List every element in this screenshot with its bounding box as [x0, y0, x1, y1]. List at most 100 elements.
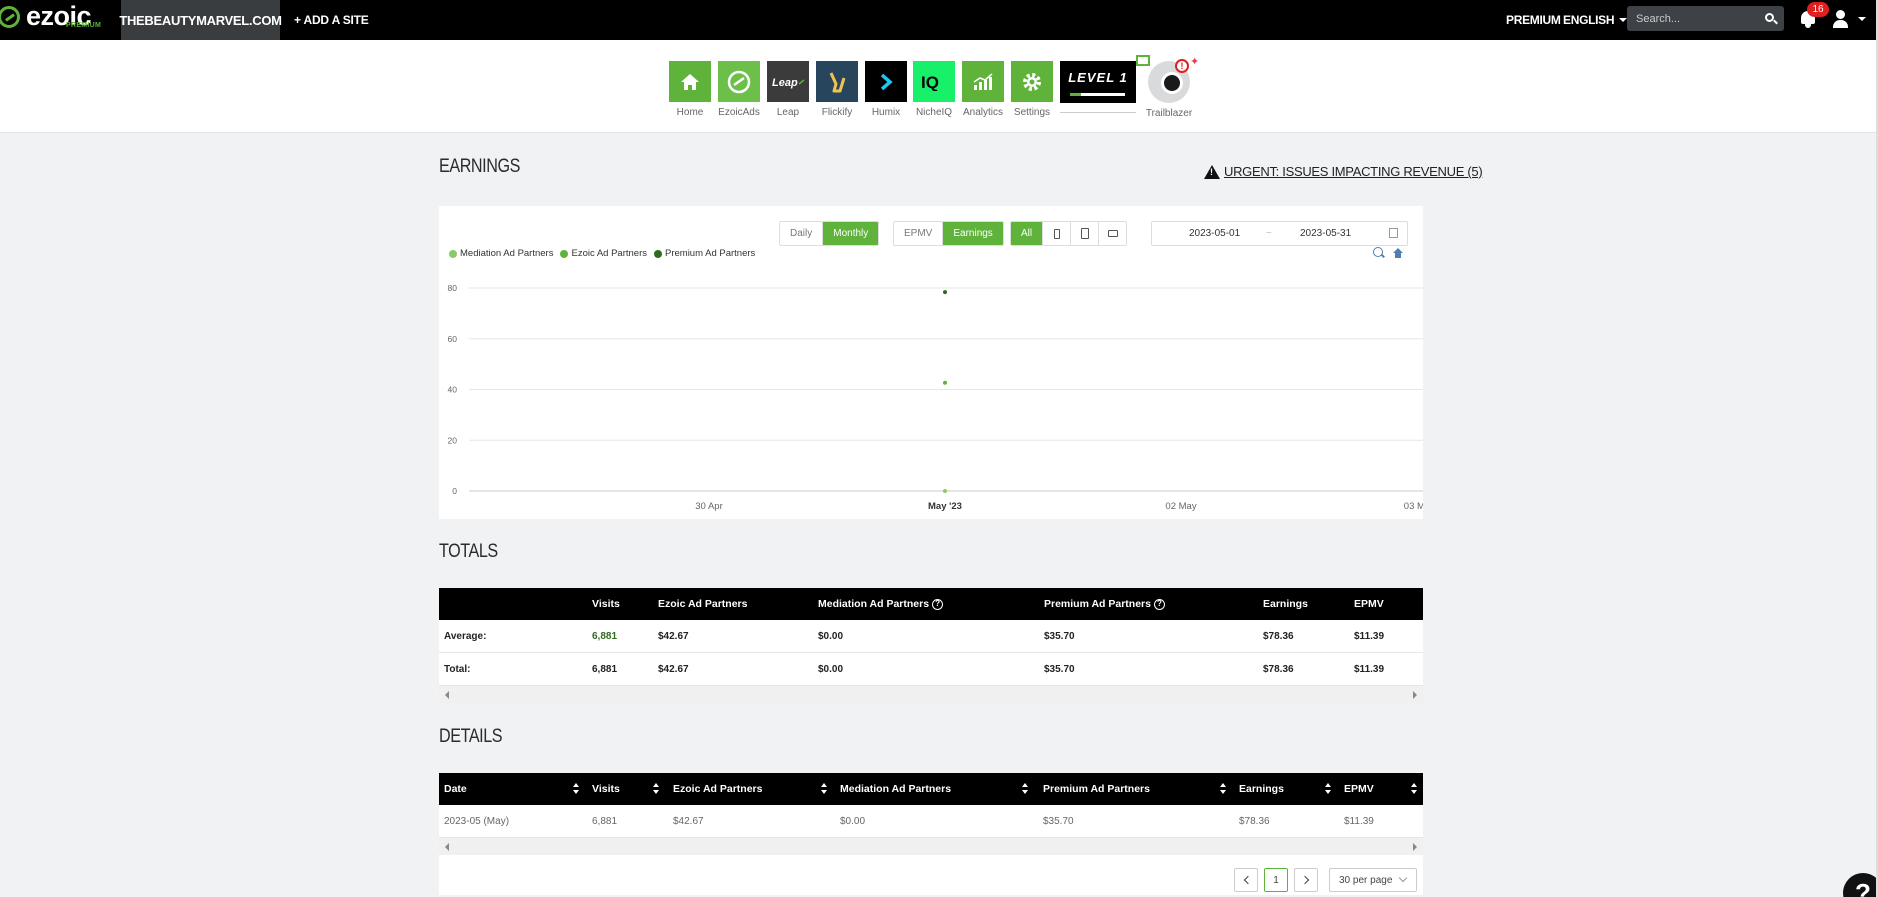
visits-value: 6,881 — [592, 815, 618, 827]
add-site-link[interactable]: + ADD A SITE — [294, 0, 369, 40]
col-epmv[interactable]: EPMV — [1344, 773, 1374, 805]
alert-badge: ! — [1175, 59, 1189, 73]
col-premium-ad-partners[interactable]: Premium Ad Partners — [1043, 773, 1150, 805]
zoom-icon[interactable] — [1373, 247, 1383, 257]
ezoic-value: $42.67 — [658, 630, 689, 642]
svg-text:IQ: IQ — [921, 73, 939, 91]
app-label: Trailblazer — [1145, 108, 1193, 119]
desktop-device-button[interactable] — [1098, 222, 1126, 245]
user-menu[interactable] — [1833, 10, 1866, 30]
y-tick-label: 60 — [448, 334, 458, 344]
row-label: Average: — [444, 630, 487, 642]
x-tick-label: 02 May — [1165, 501, 1196, 512]
date-range-picker[interactable]: 2023-05-01 ~ 2023-05-31 — [1151, 221, 1408, 246]
per-page-select[interactable]: 30 per page — [1329, 868, 1417, 892]
col-mediation-ad-partners[interactable]: Mediation Ad Partners — [840, 773, 951, 805]
mobile-icon — [1053, 228, 1060, 239]
site-selector[interactable]: THEBEAUTYMARVEL.COM — [119, 0, 282, 40]
app-humix[interactable]: Humix — [865, 61, 907, 118]
app-ezoicads[interactable]: EzoicAds — [718, 61, 760, 118]
help-icon[interactable]: ? — [1153, 598, 1165, 610]
col-ezoic-ad-partners[interactable]: Ezoic Ad Partners — [673, 773, 762, 805]
scroll-left-icon[interactable] — [445, 843, 449, 851]
app-launcher-bar: Home EzoicAds Leap Leap Flickify Humix I… — [0, 40, 1878, 133]
device-all-button[interactable]: All — [1011, 222, 1043, 245]
sort-icon[interactable] — [653, 781, 661, 797]
app-nicheiq[interactable]: IQ NicheIQ — [913, 61, 955, 118]
row-label: Total: — [444, 663, 471, 675]
app-leap[interactable]: Leap Leap — [767, 61, 809, 118]
app-settings[interactable]: Settings — [1011, 61, 1053, 118]
calendar-icon[interactable] — [1389, 228, 1398, 238]
y-tick-label: 80 — [448, 283, 458, 293]
legend-item[interactable]: Premium Ad Partners — [654, 248, 755, 259]
help-icon[interactable]: ? — [932, 598, 944, 610]
ezoic-logo[interactable]: ezoic PREMIUM — [0, 0, 121, 40]
mobile-device-button[interactable] — [1042, 222, 1070, 245]
col-epmv: EPMV — [1354, 598, 1384, 610]
horizontal-scrollbar[interactable] — [439, 686, 1423, 703]
tablet-device-button[interactable] — [1070, 222, 1098, 245]
language-label: ENGLISH — [1563, 13, 1615, 27]
premium-value: $35.70 — [1044, 663, 1075, 675]
visits-value[interactable]: 6,881 — [592, 620, 617, 652]
sort-icon[interactable] — [1411, 781, 1419, 797]
app-flickify[interactable]: Flickify — [816, 61, 858, 118]
earnings-value: $78.36 — [1263, 630, 1294, 642]
period-monthly-button[interactable]: Monthly — [822, 222, 879, 245]
legend-item[interactable]: Ezoic Ad Partners — [560, 248, 647, 259]
scroll-left-icon[interactable] — [445, 691, 449, 699]
details-header-row: Date Visits Ezoic Ad Partners Mediation … — [439, 773, 1423, 805]
help-button[interactable]: ? — [1843, 873, 1878, 897]
previous-page-button[interactable] — [1234, 868, 1258, 892]
app-analytics[interactable]: Analytics — [962, 61, 1004, 118]
premium-link[interactable]: PREMIUM — [1506, 0, 1561, 40]
col-ezoic-ad-partners: Ezoic Ad Partners — [658, 598, 748, 610]
level-badge[interactable]: LEVEL 1 — [1060, 55, 1150, 113]
search-input[interactable] — [1627, 6, 1757, 31]
scroll-right-icon[interactable] — [1413, 691, 1417, 699]
epmv-value: $11.39 — [1354, 630, 1385, 642]
col-visits: Visits — [592, 598, 620, 610]
urgent-issues-link[interactable]: URGENT: ISSUES IMPACTING REVENUE (5) — [1204, 164, 1483, 179]
x-tick-label: 30 Apr — [695, 501, 722, 512]
legend-item[interactable]: Mediation Ad Partners — [449, 248, 553, 259]
sort-icon[interactable] — [1022, 781, 1030, 797]
next-page-button[interactable] — [1294, 868, 1318, 892]
table-row: 2023-05 (May) 6,881 $42.67 $0.00 $35.70 … — [439, 805, 1423, 838]
legend-swatch — [560, 249, 569, 258]
language-dropdown[interactable]: ENGLISH — [1563, 0, 1628, 40]
earnings-title: EARNINGS — [439, 156, 520, 177]
period-daily-button[interactable]: Daily — [780, 222, 822, 245]
mediation-value: $0.00 — [818, 663, 844, 675]
ezoic-value: $42.67 — [658, 663, 689, 675]
epmv-value: $11.39 — [1344, 815, 1374, 827]
date-separator: ~ — [1266, 228, 1272, 239]
legend-label: Mediation Ad Partners — [460, 248, 554, 259]
y-tick-label: 0 — [452, 486, 457, 496]
sort-icon[interactable] — [573, 781, 581, 797]
totals-table: Visits Ezoic Ad Partners Mediation Ad Pa… — [439, 588, 1423, 703]
earnings-chart: 0 20 40 60 80 30 Apr May '23 02 May 03 Ma — [448, 283, 1423, 512]
premium-value: $35.70 — [1044, 630, 1075, 642]
metric-earnings-button[interactable]: Earnings — [942, 222, 1003, 245]
col-date[interactable]: Date — [444, 773, 467, 805]
horizontal-scrollbar[interactable] — [439, 838, 1423, 855]
app-home[interactable]: Home — [669, 61, 711, 118]
reset-zoom-home-icon[interactable] — [1392, 247, 1404, 259]
app-trailblazer[interactable]: ! ✦ Trailblazer — [1146, 56, 1199, 119]
page-1-button[interactable]: 1 — [1264, 868, 1288, 892]
sort-icon[interactable] — [1220, 781, 1228, 797]
chevron-down-icon — [1858, 17, 1866, 21]
search-icon[interactable] — [1765, 13, 1774, 22]
metric-epmv-button[interactable]: EPMV — [894, 222, 942, 245]
notification-count-badge: 16 — [1807, 2, 1829, 17]
sort-icon[interactable] — [821, 781, 829, 797]
scroll-right-icon[interactable] — [1413, 843, 1417, 851]
col-visits[interactable]: Visits — [592, 773, 620, 805]
top-navbar: ezoic PREMIUM THEBEAUTYMARVEL.COM + ADD … — [0, 0, 1878, 40]
col-earnings[interactable]: Earnings — [1239, 773, 1284, 805]
totals-row-total: Total: 6,881 $42.67 $0.00 $35.70 $78.36 … — [439, 653, 1423, 686]
data-point — [943, 489, 947, 493]
sort-icon[interactable] — [1325, 781, 1333, 797]
